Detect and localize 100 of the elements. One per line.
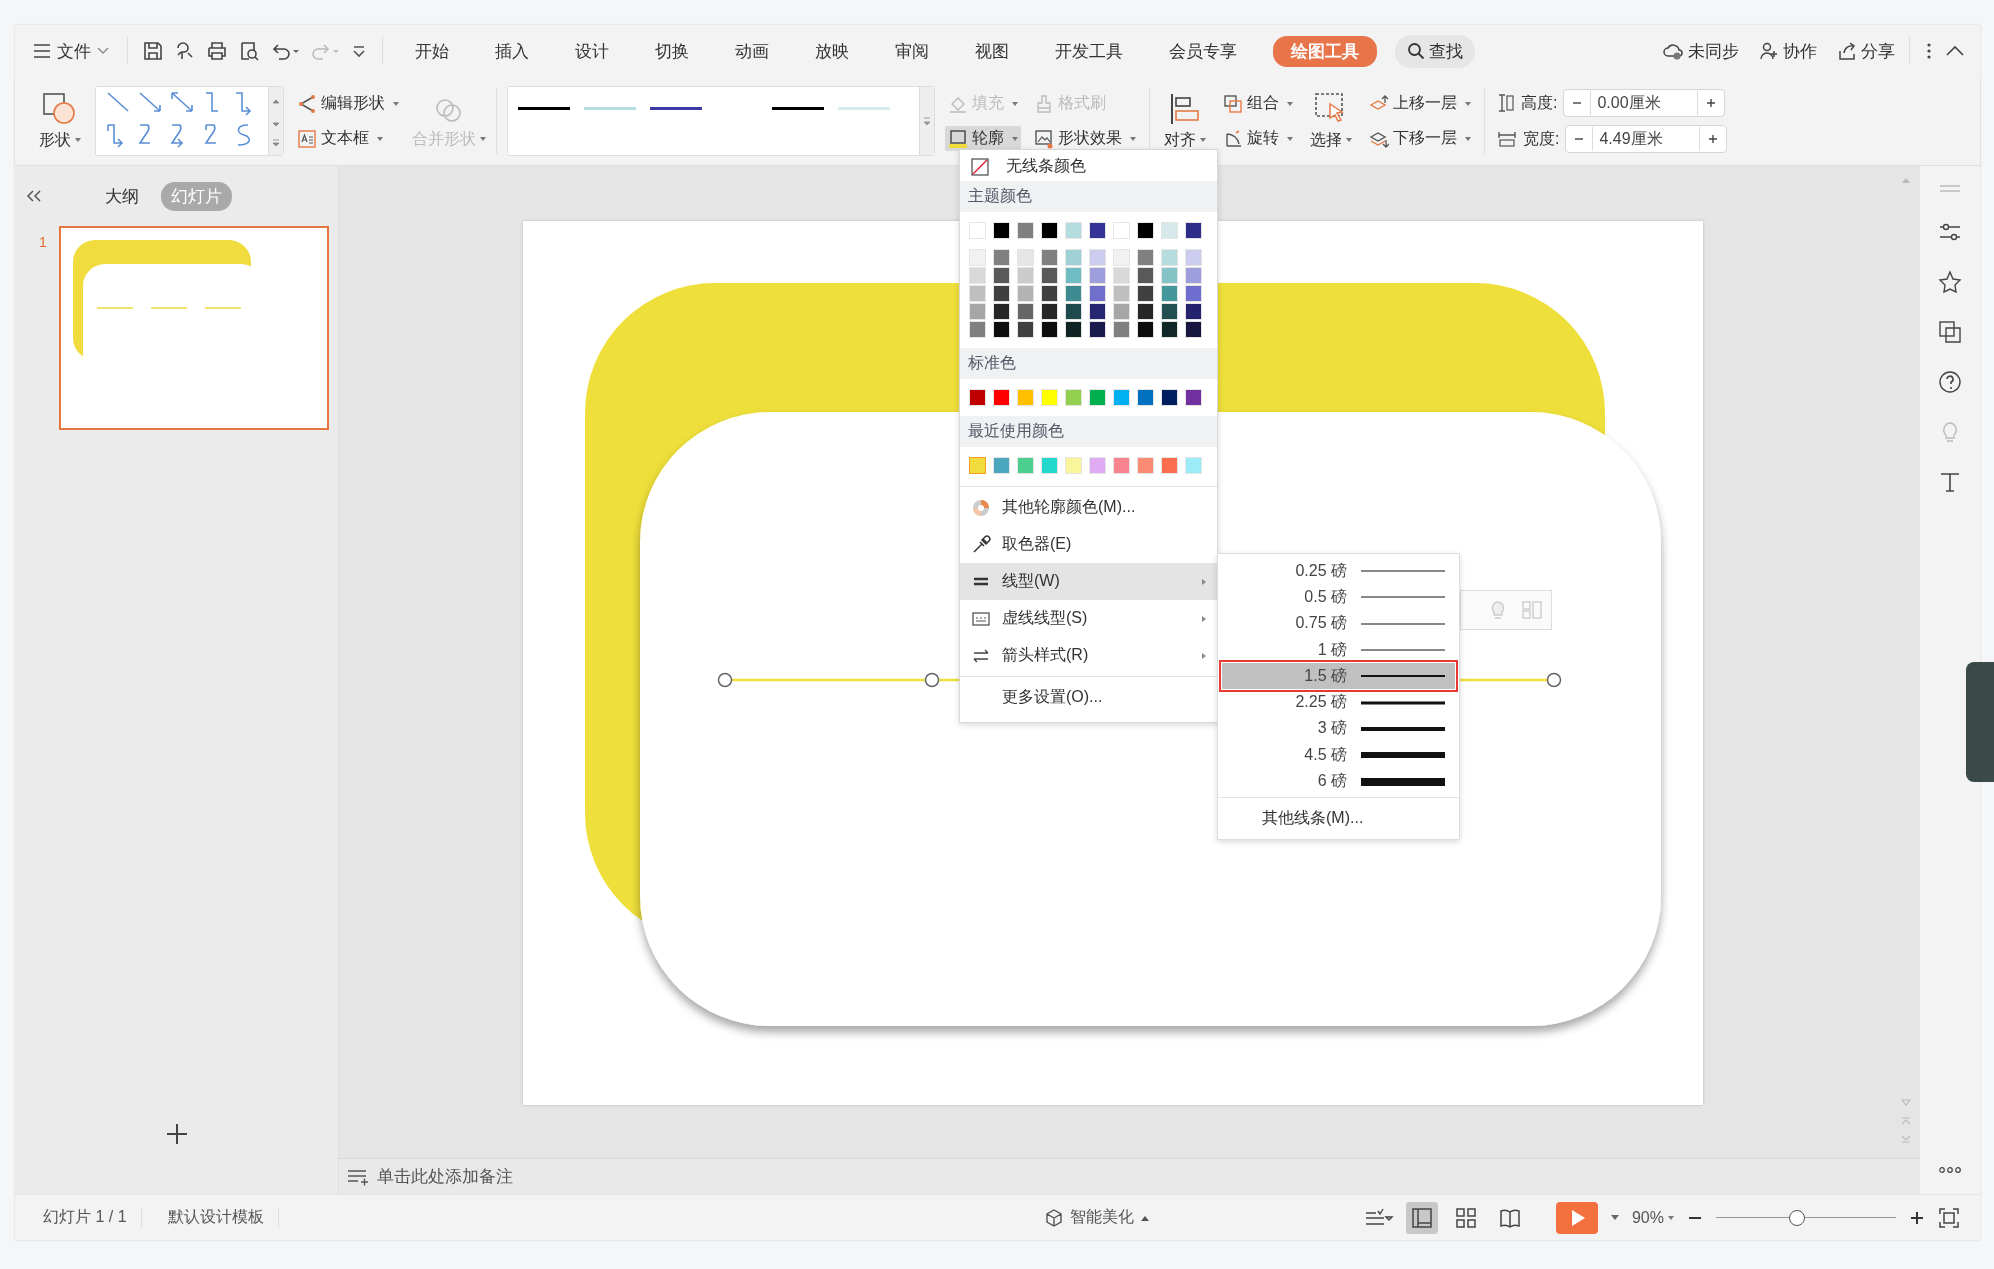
- section-heading: 最近使用颜色: [960, 416, 1217, 447]
- color-swatch[interactable]: [969, 457, 986, 474]
- slide-number: 1: [39, 233, 47, 250]
- menu-item[interactable]: 更多设置(O)...: [960, 679, 1217, 716]
- ribbon-tab[interactable]: 会员专享: [1159, 35, 1247, 67]
- eyedropper-icon: [971, 534, 991, 555]
- copy-icon[interactable]: [1938, 320, 1962, 344]
- line-sample-icon: [1361, 750, 1445, 761]
- help-icon[interactable]: [1938, 370, 1962, 394]
- size-spinner[interactable]: 0.00厘米: [1563, 89, 1726, 117]
- cube-icon: [1043, 1207, 1064, 1228]
- caret-icon[interactable]: [1609, 1213, 1620, 1222]
- cloud-icon: [1662, 41, 1684, 61]
- ribbon-tab[interactable]: 动画: [725, 35, 779, 67]
- shapes-icon: [42, 91, 78, 126]
- notes-prompt[interactable]: 单击此处添加备注: [377, 1165, 513, 1188]
- share-icon: [1837, 41, 1857, 61]
- size-spinner[interactable]: 4.49厘米: [1565, 125, 1728, 153]
- toolbar-action[interactable]: 未同步: [1662, 39, 1739, 63]
- ribbon-tab[interactable]: 设计: [565, 35, 619, 67]
- line-weight-option[interactable]: 6 磅: [1222, 768, 1455, 795]
- menu-item[interactable]: 箭头样式(R): [960, 637, 1217, 674]
- menu-item[interactable]: 线型(W): [960, 563, 1217, 600]
- more-icon[interactable]: [1938, 1166, 1962, 1174]
- outline-icon: [948, 128, 968, 149]
- section-heading: 主题颜色: [960, 181, 1217, 212]
- slide-count: 幻灯片 1 / 1: [29, 1207, 142, 1228]
- beautify-button[interactable]: 智能美化: [1043, 1207, 1150, 1228]
- text-box-button[interactable]: 文本框: [294, 126, 402, 151]
- ribbon-tab[interactable]: 视图: [965, 35, 1019, 67]
- outline-button[interactable]: 轮廓: [945, 126, 1021, 151]
- collapse-panel-icon[interactable]: [25, 189, 43, 203]
- menu-item[interactable]: 虚线线型(S): [960, 600, 1217, 637]
- menu-item[interactable]: 其他线条(M)...: [1218, 799, 1459, 833]
- template-name[interactable]: 默认设计模板: [153, 1207, 279, 1228]
- size-label: 宽度:: [1523, 128, 1560, 149]
- play-button[interactable]: [1555, 1201, 1598, 1234]
- print-preview-icon[interactable]: [238, 40, 260, 62]
- edit-shape-button[interactable]: 编辑形状: [294, 91, 402, 116]
- line-weight-option[interactable]: 0.25 磅: [1222, 558, 1455, 585]
- gallery-expand-icon[interactable]: [922, 114, 932, 128]
- panel-tab[interactable]: 大纲: [95, 181, 149, 211]
- line-sample-icon: [1361, 776, 1445, 787]
- view-button[interactable]: [1405, 1201, 1438, 1234]
- ribbon-tab[interactable]: 放映: [805, 35, 859, 67]
- menu-item[interactable]: 取色器(E): [960, 526, 1217, 563]
- group-button[interactable]: 组合: [1220, 91, 1296, 116]
- search-button[interactable]: 查找: [1395, 34, 1475, 68]
- ribbon-tab[interactable]: 开发工具: [1045, 35, 1133, 67]
- line-weight-option[interactable]: 1 磅: [1222, 636, 1455, 664]
- width-icon: [1497, 130, 1517, 148]
- resize-handle[interactable]: [1546, 672, 1562, 688]
- rotate-icon: [1223, 128, 1243, 149]
- panel-handle-icon[interactable]: [1939, 184, 1961, 194]
- line-weight-option[interactable]: 0.75 磅: [1222, 610, 1455, 637]
- menu-icon: [33, 44, 51, 58]
- person-add-icon: [1759, 41, 1779, 61]
- line-weight-option[interactable]: 4.5 磅: [1222, 742, 1455, 769]
- resize-handle[interactable]: [924, 672, 940, 688]
- notes-icon: [347, 1167, 369, 1186]
- no-color-icon: [970, 156, 990, 177]
- normal-view-icon: [1410, 1206, 1433, 1229]
- send-backward-button[interactable]: 下移一层: [1366, 126, 1474, 151]
- shape-button[interactable]: 形状: [35, 89, 85, 153]
- ribbon-tab[interactable]: 审阅: [885, 35, 939, 67]
- ribbon-tab[interactable]: 开始: [405, 35, 459, 67]
- ribbon-tab[interactable]: 切换: [645, 35, 699, 67]
- brush-icon: [1034, 93, 1054, 114]
- line-weight-option[interactable]: 3 磅: [1222, 715, 1455, 743]
- size-label: 高度:: [1521, 92, 1558, 113]
- file-menu[interactable]: 文件: [33, 39, 109, 63]
- text-icon[interactable]: [1938, 470, 1962, 494]
- color-wheel-icon: [971, 497, 991, 518]
- add-slide-icon[interactable]: [164, 1122, 189, 1146]
- save-icon[interactable]: [142, 40, 164, 62]
- height-icon: [1497, 93, 1515, 113]
- chevron-icon: [97, 47, 109, 55]
- zoom-level[interactable]: 90%: [1631, 1208, 1674, 1227]
- rotate-button[interactable]: 旋转: [1220, 126, 1296, 151]
- grid-view-icon: [1454, 1206, 1477, 1229]
- star-icon[interactable]: [1938, 270, 1962, 294]
- fit-window-icon[interactable]: [1938, 1206, 1960, 1229]
- print-icon[interactable]: [206, 40, 228, 62]
- line-weight-option[interactable]: 1.5 磅: [1222, 663, 1455, 690]
- edit-points-icon: [297, 93, 317, 114]
- effects-icon: [1034, 128, 1054, 149]
- text-box-icon: [297, 128, 317, 149]
- toolbar-action[interactable]: 分享: [1837, 39, 1895, 63]
- toolbar-action[interactable]: 协作: [1759, 39, 1817, 63]
- select-button[interactable]: 选择: [1306, 89, 1356, 153]
- ribbon-tab[interactable]: 插入: [485, 35, 539, 67]
- line-weight-option[interactable]: 0.5 磅: [1222, 584, 1455, 611]
- resize-handle[interactable]: [717, 672, 733, 688]
- search-icon: [1407, 42, 1425, 60]
- slider-thumb[interactable]: [1789, 1209, 1805, 1226]
- menu-item[interactable]: 无线条颜色: [1006, 156, 1086, 177]
- line-weight-option[interactable]: 2.25 磅: [1222, 689, 1455, 716]
- bring-forward-button[interactable]: 上移一层: [1366, 91, 1474, 116]
- align-icon: [1168, 91, 1202, 126]
- menu-item[interactable]: 其他轮廓颜色(M)...: [960, 489, 1217, 526]
